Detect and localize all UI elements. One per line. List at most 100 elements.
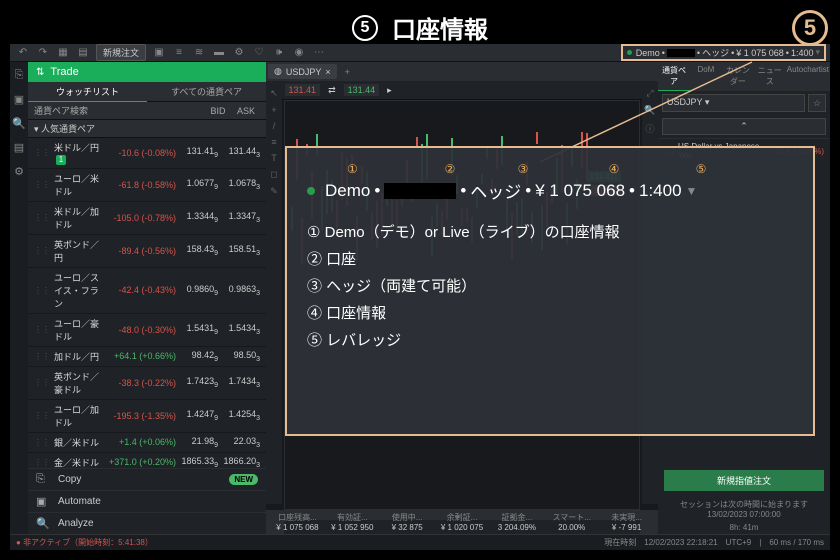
analyze-icon: 🔍	[36, 517, 50, 530]
pair-bid: 1.06779	[180, 178, 218, 191]
pair-bid: 1.33449	[180, 211, 218, 224]
header-big-number-icon: 5	[792, 10, 828, 46]
session-countdown: 8h: 41m	[658, 521, 830, 534]
text-icon[interactable]: T	[271, 153, 277, 163]
pair-row[interactable]: ⋮⋮ユーロ／米ドル-61.8 (-0.58%)1.067791.06783	[28, 169, 266, 202]
grid-icon[interactable]: ▦	[56, 46, 70, 60]
account-summary-highlight[interactable]: Demo • •ヘッジ •¥ 1 075 068 •1:400 ▾	[621, 44, 826, 61]
sound-icon[interactable]: 🕪	[272, 46, 286, 60]
zoom-icon[interactable]: 🔍	[644, 105, 655, 116]
copy-rail-icon[interactable]: ⎘	[12, 68, 26, 82]
cursor-icon[interactable]: ↖	[270, 88, 278, 99]
pair-row[interactable]: ⋮⋮銀／米ドル+1.4 (+0.06%)21.98922.033	[28, 433, 266, 453]
drag-handle-icon[interactable]: ⋮⋮	[34, 246, 50, 255]
tool-analyze[interactable]: 🔍Analyze	[28, 512, 266, 534]
drag-handle-icon[interactable]: ⋮⋮	[34, 458, 50, 467]
pair-ask: 0.98633	[222, 284, 260, 297]
layout-icon[interactable]: ▤	[76, 46, 90, 60]
copy-icon: ⎘	[36, 473, 50, 486]
analyze-rail-icon[interactable]: 🔍	[12, 116, 26, 130]
drag-handle-icon[interactable]: ⋮⋮	[34, 148, 50, 157]
pair-name: 英ポンド／円	[54, 238, 100, 264]
pair-row[interactable]: ⋮⋮米ドル／加ドル-105.0 (-0.78%)1.334491.33473	[28, 202, 266, 235]
tab-watchlist[interactable]: ウォッチリスト	[28, 82, 147, 102]
calc-icon[interactable]: ▣	[152, 46, 166, 60]
undo-icon[interactable]: ↶	[16, 46, 30, 60]
fav-icon[interactable]: ♡	[252, 46, 266, 60]
drag-handle-icon[interactable]: ⋮⋮	[34, 325, 50, 334]
drag-handle-icon[interactable]: ⋮⋮	[34, 378, 50, 387]
pair-search-input[interactable]: 通貨ペア検索	[34, 104, 204, 117]
col-header-bid: BID	[204, 106, 232, 116]
drag-handle-icon[interactable]: ⋮⋮	[34, 438, 50, 447]
close-icon[interactable]: ×	[325, 67, 330, 77]
pair-change: -195.3 (-1.35%)	[104, 411, 176, 421]
pair-bid: 1865.339	[180, 456, 218, 468]
more-icon[interactable]: ⋯	[312, 46, 326, 60]
chevron-right-icon[interactable]: ▸	[387, 85, 392, 96]
chart-tab-usdjpy[interactable]: ◍USDJPY×	[268, 64, 337, 79]
symbol-select[interactable]: USDJPY ▾	[662, 94, 805, 112]
overlay-acct-masked	[384, 183, 456, 199]
drag-handle-icon[interactable]: ⋮⋮	[34, 352, 50, 361]
tab-all-pairs[interactable]: すべての通貨ペア	[147, 82, 266, 102]
trade-header[interactable]: ⇅ Trade	[28, 62, 266, 82]
rtab-news[interactable]: ニュース	[754, 62, 786, 91]
crosshair-icon[interactable]: +	[271, 105, 276, 115]
pair-row[interactable]: ⋮⋮金／米ドル+371.0 (+0.20%)1865.3391866.203	[28, 453, 266, 469]
rtab-dom[interactable]: DoM	[690, 62, 722, 91]
price-ask[interactable]: 131.44	[344, 84, 380, 96]
rtab-pair[interactable]: 通貨ペア	[658, 62, 690, 91]
pair-bid: 1.74239	[180, 376, 218, 389]
bar-icon[interactable]: ▬	[212, 46, 226, 60]
pair-row[interactable]: ⋮⋮ユーロ／豪ドル-48.0 (-0.30%)1.543191.54343	[28, 314, 266, 347]
cog-icon[interactable]: ⚙	[232, 46, 246, 60]
expand-icon[interactable]: ⤢	[646, 88, 653, 99]
status-bar: ● 非アクティブ（開始時刻：5:41:38） 現在時刻 12/02/2023 2…	[10, 534, 830, 550]
menu-rail-icon[interactable]: ▤	[12, 140, 26, 154]
new-order-button[interactable]: 新規注文	[96, 44, 146, 61]
tool-automate[interactable]: ▣Automate	[28, 490, 266, 512]
shape-icon[interactable]: ◻	[270, 169, 277, 180]
tool-copy[interactable]: ⎘CopyNEW	[28, 468, 266, 490]
eye-icon[interactable]: ◉	[292, 46, 306, 60]
popular-pairs-section[interactable]: ▾ 人気通貨ペア	[28, 120, 266, 138]
drag-handle-icon[interactable]: ⋮⋮	[34, 286, 50, 295]
pair-row[interactable]: ⋮⋮英ポンド／豪ドル-38.3 (-0.22%)1.742391.74343	[28, 367, 266, 400]
redo-icon[interactable]: ↷	[36, 46, 50, 60]
price-bid[interactable]: 131.41	[285, 84, 321, 96]
drag-handle-icon[interactable]: ⋮⋮	[34, 180, 50, 189]
pair-change: -105.0 (-0.78%)	[104, 213, 176, 223]
pair-row[interactable]: ⋮⋮米ドル／円1-10.6 (-0.08%)131.419131.443	[28, 138, 266, 169]
drag-handle-icon[interactable]: ⋮⋮	[34, 213, 50, 222]
chart-icon[interactable]: ≡	[172, 46, 186, 60]
rtab-autochartist[interactable]: Autochartist	[786, 62, 830, 91]
trend-icon[interactable]: /	[273, 121, 276, 131]
marker-3: ③	[491, 162, 555, 176]
chevron-down-icon[interactable]: ▾	[815, 47, 820, 58]
new-limit-order-button[interactable]: 新規指値注文	[664, 470, 824, 491]
flag-icon: ◍	[274, 66, 282, 77]
brush-icon[interactable]: ✎	[270, 186, 278, 197]
status-timezone[interactable]: UTC+9	[726, 538, 752, 547]
line-icon[interactable]: ≋	[192, 46, 206, 60]
rtab-calendar[interactable]: カレンダー	[722, 62, 754, 91]
pair-bid: 158.439	[180, 244, 218, 257]
add-chart-tab[interactable]: +	[341, 67, 354, 77]
fib-icon[interactable]: ≡	[271, 137, 276, 147]
pair-row[interactable]: ⋮⋮英ポンド／円-89.4 (-0.56%)158.439158.513	[28, 235, 266, 268]
auto-rail-icon[interactable]: ▣	[12, 92, 26, 106]
drag-handle-icon[interactable]: ⋮⋮	[34, 411, 50, 420]
pair-row[interactable]: ⋮⋮ユーロ／スイス・フラン-42.4 (-0.43%)0.986090.9863…	[28, 268, 266, 314]
session-next-text: セッションは次の時間に始まります 13/02/2023 07:00:00	[658, 497, 830, 521]
new-badge: NEW	[229, 474, 258, 485]
info-expand[interactable]: ⌃	[662, 118, 826, 135]
pair-row[interactable]: ⋮⋮ユーロ／加ドル-195.3 (-1.35%)1.424791.42543	[28, 400, 266, 433]
gear-rail-icon[interactable]: ⚙	[12, 164, 26, 178]
pair-row[interactable]: ⋮⋮加ドル／円+64.1 (+0.66%)98.42998.503	[28, 347, 266, 367]
marker-5: ⑤	[673, 162, 729, 176]
info-icon[interactable]: ⓘ	[645, 122, 654, 135]
favorite-toggle[interactable]: ☆	[808, 94, 826, 112]
automate-icon: ▣	[36, 495, 50, 508]
pair-name: 銀／米ドル	[54, 436, 100, 449]
